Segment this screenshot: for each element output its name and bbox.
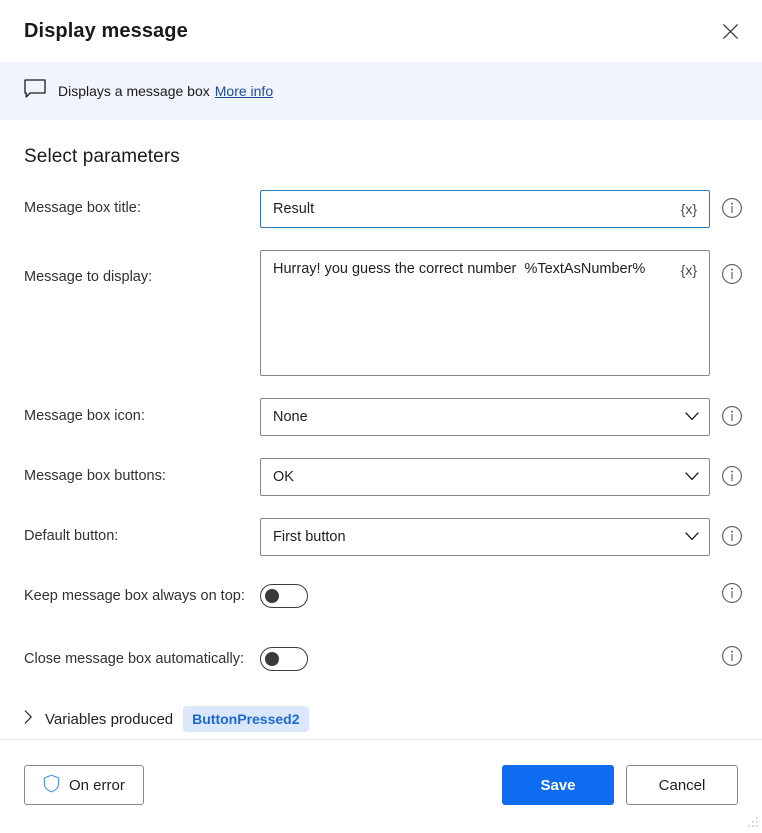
close-button[interactable] (708, 11, 752, 51)
info-icon-wrap-box-icon (710, 398, 754, 432)
save-button[interactable]: Save (502, 765, 614, 805)
message-box-title-input[interactable]: Result {x} (260, 190, 710, 228)
section-title: Select parameters (24, 146, 738, 168)
control-message-box-title: Result {x} (260, 190, 710, 228)
display-message-dialog: Display message Displays a message box Mo… (0, 0, 762, 830)
variable-picker-button-message[interactable]: {x} (675, 260, 703, 279)
info-icon-wrap-box-buttons (710, 458, 754, 492)
control-message-box-icon: None (260, 398, 710, 436)
toggle-knob (265, 652, 279, 666)
control-close-automatically (260, 647, 710, 671)
resize-grip[interactable] (747, 815, 759, 827)
label-default-button: Default button: (24, 518, 260, 545)
info-icon-close-automatically[interactable] (721, 645, 743, 672)
variable-picker-button-title[interactable]: {x} (675, 200, 703, 218)
dialog-footer: On error Save Cancel (0, 739, 762, 830)
close-icon (722, 23, 739, 40)
info-banner-text: Displays a message box More info (58, 81, 273, 101)
chevron-down-icon (685, 528, 699, 546)
variables-produced-expander[interactable]: Variables produced (24, 710, 173, 729)
field-row-message-to-display: Message to display: Hurray! you guess th… (24, 250, 738, 376)
default-button-select[interactable]: First button (260, 518, 710, 556)
info-icon-message-box-icon[interactable] (721, 405, 743, 432)
message-to-display-textarea[interactable]: Hurray! you guess the correct number %Te… (260, 250, 710, 376)
more-info-link[interactable]: More info (215, 83, 273, 99)
info-icon-wrap-title (710, 190, 754, 224)
message-to-display-value: Hurray! you guess the correct number %Te… (273, 260, 675, 279)
control-keep-on-top (260, 584, 710, 608)
keep-on-top-toggle[interactable] (260, 584, 308, 608)
label-message-to-display: Message to display: (24, 250, 260, 286)
field-row-default-button: Default button: First button (24, 518, 738, 556)
info-icon-message-to-display[interactable] (721, 263, 743, 290)
label-message-box-title: Message box title: (24, 190, 260, 217)
info-icon-wrap-keep-on-top (710, 582, 754, 609)
message-bubble-icon (24, 79, 46, 104)
page-title: Display message (24, 20, 708, 43)
field-row-close-automatically: Close message box automatically: (24, 645, 738, 672)
toggle-knob (265, 589, 279, 603)
chevron-right-icon (24, 710, 33, 729)
info-banner-description: Displays a message box (58, 83, 210, 99)
control-default-button: First button (260, 518, 710, 556)
variable-chip-buttonpressed2[interactable]: ButtonPressed2 (183, 706, 308, 732)
message-box-icon-value: None (273, 409, 685, 425)
chevron-down-icon (685, 468, 699, 486)
control-message-box-buttons: OK (260, 458, 710, 496)
label-close-automatically: Close message box automatically: (24, 650, 260, 668)
shield-icon (43, 774, 60, 797)
message-box-buttons-select[interactable]: OK (260, 458, 710, 496)
info-icon-message-box-title[interactable] (721, 197, 743, 224)
variables-produced-row: Variables produced ButtonPressed2 (24, 706, 738, 732)
field-row-message-box-icon: Message box icon: None (24, 398, 738, 436)
footer-actions: Save Cancel (502, 765, 738, 805)
cancel-button[interactable]: Cancel (626, 765, 738, 805)
label-keep-on-top: Keep message box always on top: (24, 587, 260, 605)
info-icon-wrap-close-automatically (710, 645, 754, 672)
message-box-title-value: Result (273, 201, 675, 217)
dialog-titlebar: Display message (0, 0, 762, 62)
message-box-buttons-value: OK (273, 469, 685, 485)
on-error-button[interactable]: On error (24, 765, 144, 805)
variables-produced-label: Variables produced (45, 711, 173, 728)
info-icon-wrap-message (710, 250, 754, 290)
chevron-down-icon (685, 408, 699, 426)
message-box-icon-select[interactable]: None (260, 398, 710, 436)
parameters-body: Select parameters Message box title: Res… (0, 120, 762, 739)
field-row-message-box-title: Message box title: Result {x} (24, 190, 738, 228)
control-message-to-display: Hurray! you guess the correct number %Te… (260, 250, 710, 376)
default-button-value: First button (273, 529, 685, 545)
on-error-button-label: On error (69, 777, 125, 794)
close-automatically-toggle[interactable] (260, 647, 308, 671)
label-message-box-icon: Message box icon: (24, 398, 260, 425)
info-icon-wrap-default-button (710, 518, 754, 552)
field-row-keep-on-top: Keep message box always on top: (24, 582, 738, 609)
info-icon-keep-on-top[interactable] (721, 582, 743, 609)
info-icon-message-box-buttons[interactable] (721, 465, 743, 492)
label-message-box-buttons: Message box buttons: (24, 458, 260, 485)
info-icon-default-button[interactable] (721, 525, 743, 552)
field-row-message-box-buttons: Message box buttons: OK (24, 458, 738, 496)
info-banner: Displays a message box More info (0, 62, 762, 120)
